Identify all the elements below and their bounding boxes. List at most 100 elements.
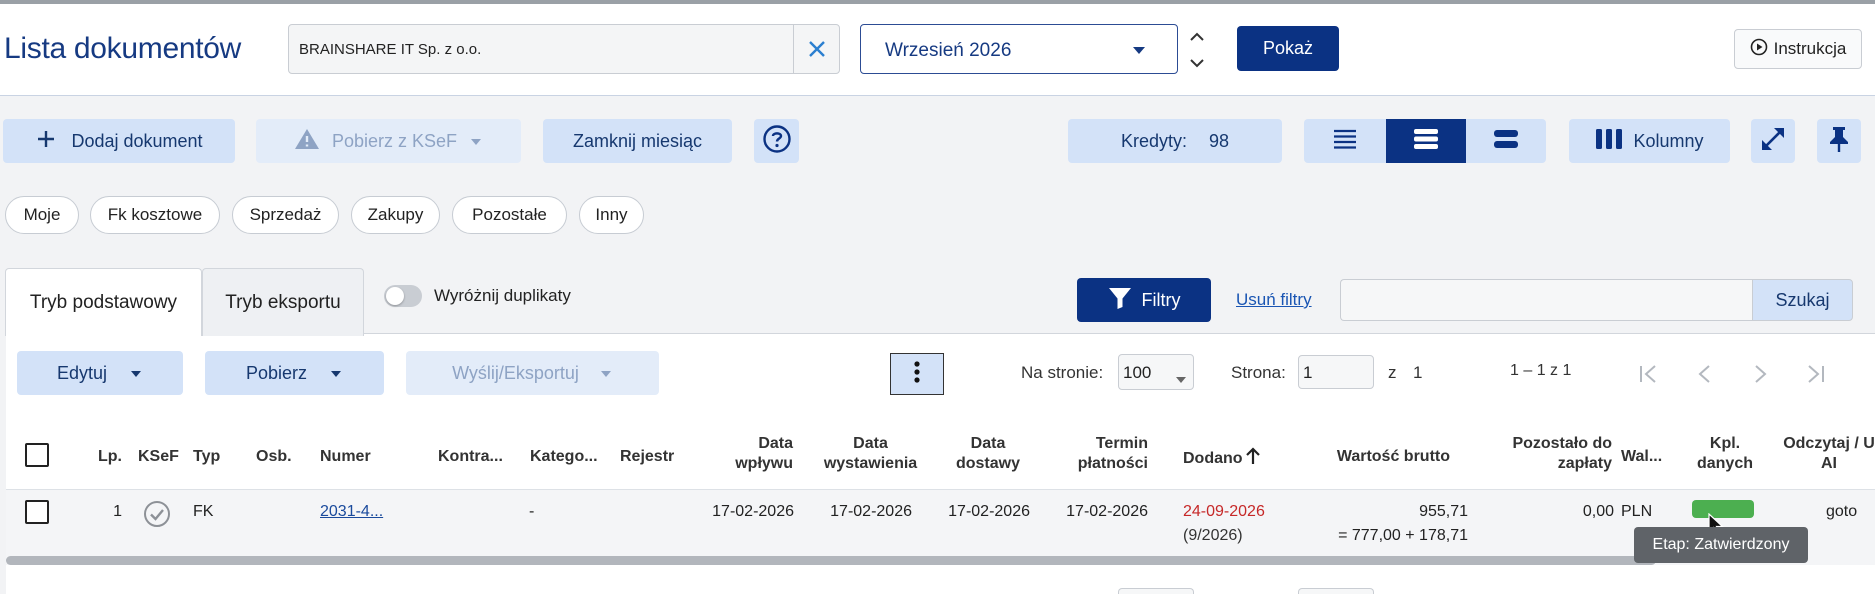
toggle-knob (386, 287, 404, 305)
chip-zakupy[interactable]: Zakupy (351, 196, 440, 234)
search-button[interactable]: Szukaj (1752, 279, 1853, 321)
ksef-download-label: Pobierz z KSeF (331, 130, 458, 151)
col-data-dostawy-line2: dostawy (955, 455, 1020, 472)
credits-badge: Kredyty: 98 (1068, 119, 1282, 163)
month-select[interactable]: Wrzesień 2026 (860, 24, 1178, 74)
chip-inny[interactable]: Inny (579, 196, 644, 234)
col-pozostalo[interactable]: Pozostało do zapłaty (1500, 434, 1612, 474)
col-lp[interactable]: Lp. (98, 447, 122, 467)
month-value: Wrzesień 2026 (885, 40, 1012, 61)
next-page-icon[interactable] (1747, 360, 1773, 388)
horizontal-scrollbar[interactable] (6, 556, 1656, 565)
edit-button[interactable]: Edytuj (17, 351, 183, 395)
col-pozostalo-line2: zapłaty (1557, 455, 1612, 472)
cell-odczytaj[interactable]: goto (1826, 502, 1875, 522)
clear-filters-link[interactable]: Usuń filtry (1236, 290, 1312, 310)
density-compact-button[interactable] (1304, 119, 1386, 163)
col-odczytaj-clip: Odczytaj / U AI (1765, 434, 1875, 476)
per-page-value: 100 (1123, 363, 1152, 382)
col-odczytaj-line2: AI (1821, 455, 1837, 472)
col-data-dostawy[interactable]: Data dostawy (948, 434, 1028, 474)
chip-moje[interactable]: Moje (5, 196, 79, 234)
page-title: Lista dokumentów (4, 32, 242, 65)
instruction-label: Instrukcja (1773, 39, 1847, 58)
col-waluta[interactable]: Wal... (1621, 447, 1662, 467)
select-all-checkbox[interactable] (25, 443, 49, 467)
col-dodano[interactable]: Dodano (1183, 447, 1261, 471)
col-odczytaj-line1: Odczytaj / U (1783, 435, 1875, 452)
prev-page-icon[interactable] (1692, 360, 1718, 388)
last-page-icon[interactable] (1802, 360, 1828, 388)
col-odczytaj[interactable]: Odczytaj / U AI (1765, 434, 1875, 474)
col-kategoria[interactable]: Katego... (530, 447, 598, 467)
col-ksef[interactable]: KSeF (138, 447, 179, 467)
col-data-wplywu-line2: wpływu (735, 455, 793, 472)
col-data-wplywu-line1: Data (758, 435, 793, 452)
bottom-per-page-select[interactable] (1118, 588, 1194, 594)
tab-basic-mode[interactable]: Tryb podstawowy (5, 268, 202, 336)
more-options-button[interactable] (890, 353, 944, 395)
columns-button[interactable]: Kolumny (1569, 119, 1730, 163)
col-termin-line1: Termin (1095, 435, 1148, 452)
cell-data-dostawy: 17-02-2026 (948, 503, 1030, 520)
page-input[interactable]: 1 (1298, 355, 1374, 389)
first-page-icon[interactable] (1636, 360, 1662, 388)
expand-button[interactable] (1751, 119, 1795, 163)
company-field[interactable]: BRAINSHARE IT Sp. z o.o. (288, 24, 840, 74)
col-rejestr[interactable]: Rejestr (620, 447, 674, 467)
download-button[interactable]: Pobierz (205, 351, 384, 395)
col-kpl-danych[interactable]: Kpl. danych (1690, 434, 1760, 474)
col-kontrahent[interactable]: Kontra... (438, 447, 503, 467)
list-compact-icon (1333, 129, 1357, 154)
col-data-wystawienia-line2: wystawienia (823, 455, 918, 472)
col-termin-line2: płatności (1077, 455, 1148, 472)
credits-value: 98 (1209, 130, 1230, 151)
cell-dodano-period: (9/2026) (1183, 527, 1243, 544)
col-data-wystawienia-line1: Data (853, 435, 888, 452)
close-month-button[interactable]: Zamknij miesiąc (543, 119, 732, 163)
help-button[interactable] (754, 119, 799, 163)
bottom-page-input[interactable] (1298, 588, 1374, 594)
chevron-up-icon (1190, 32, 1204, 41)
cell-data-wplywu: 17-02-2026 (712, 503, 794, 520)
tab-export-mode[interactable]: Tryb eksportu (202, 268, 364, 336)
pin-button[interactable] (1817, 119, 1861, 163)
per-page-select[interactable]: 100 (1118, 354, 1194, 390)
duplicates-toggle[interactable] (384, 285, 422, 307)
columns-icon (1595, 128, 1623, 155)
credits-label: Kredyty: (1120, 130, 1187, 151)
col-termin[interactable]: Termin płatności (1060, 434, 1148, 474)
send-export-label: Wyślij/Eksportuj (452, 362, 579, 383)
caret-down-icon (599, 363, 613, 384)
range-label: 1 – 1 z 1 (1510, 362, 1572, 379)
show-button[interactable]: Pokaż (1237, 26, 1339, 71)
cell-numer-link[interactable]: 2031-4... (320, 502, 383, 522)
chip-sprzedaz[interactable]: Sprzedaż (232, 196, 339, 234)
row-checkbox[interactable] (25, 500, 49, 524)
send-export-button[interactable]: Wyślij/Eksportuj (406, 351, 659, 395)
page-label: Strona: (1231, 363, 1286, 382)
density-wide-button[interactable] (1466, 119, 1546, 163)
chip-pozostale[interactable]: Pozostałe (452, 196, 567, 234)
chip-fk-kosztowe[interactable]: Fk kosztowe (90, 196, 220, 234)
month-stepper[interactable] (1186, 28, 1208, 72)
ksef-download-button[interactable]: Pobierz z KSeF (256, 119, 521, 163)
filter-icon (1108, 286, 1132, 315)
columns-label: Kolumny (1633, 130, 1704, 151)
col-data-wplywu[interactable]: Data wpływu (700, 434, 793, 474)
ksef-check-icon (143, 500, 171, 533)
instruction-button[interactable]: Instrukcja (1734, 29, 1862, 69)
density-medium-button[interactable] (1386, 119, 1466, 163)
caret-down-icon (129, 363, 143, 384)
search-input[interactable] (1340, 279, 1752, 321)
col-kpl-line1: Kpl. (1709, 435, 1741, 452)
col-wartosc-brutto[interactable]: Wartość brutto (1310, 447, 1450, 467)
col-data-wystawienia[interactable]: Data wystawienia (818, 434, 923, 474)
col-numer[interactable]: Numer (320, 447, 371, 467)
col-osb[interactable]: Osb. (256, 447, 292, 467)
add-document-button[interactable]: Dodaj dokument (3, 119, 235, 163)
clear-icon[interactable] (793, 25, 839, 73)
cell-data-wystawienia: 17-02-2026 (830, 503, 912, 520)
col-typ[interactable]: Typ (193, 447, 220, 467)
filters-button[interactable]: Filtry (1077, 278, 1211, 322)
